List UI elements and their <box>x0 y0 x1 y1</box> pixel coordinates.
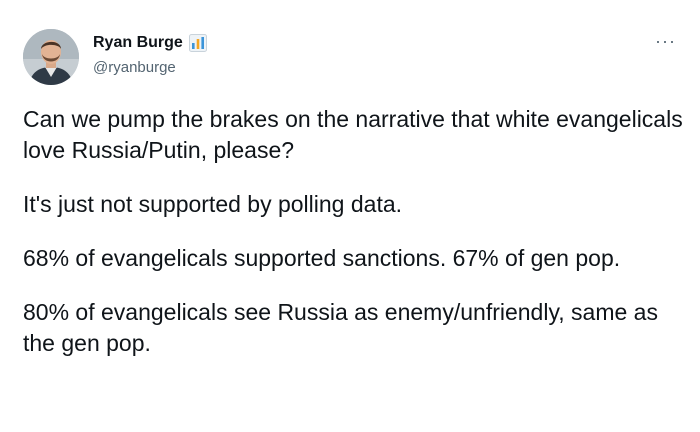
author-display-name[interactable]: Ryan Burge <box>93 33 183 53</box>
bar-chart-icon <box>188 34 207 52</box>
tweet-card: Ryan Burge @ryanburge ··· Can we pump th… <box>0 0 700 432</box>
avatar-photo <box>23 29 79 85</box>
more-horizontal-icon[interactable]: ··· <box>655 32 676 50</box>
tweet-paragraph: It's just not supported by polling data. <box>23 191 403 217</box>
tweet-text: Can we pump the brakes on the narrative … <box>23 104 683 382</box>
avatar[interactable] <box>23 29 79 85</box>
author-handle[interactable]: @ryanburge <box>93 58 176 78</box>
tweet-paragraph: Can we pump the brakes on the narrative … <box>23 106 683 163</box>
tweet-paragraph: 80% of evangelicals see Russia as enemy/… <box>23 299 658 356</box>
tweet-paragraph: 68% of evangelicals supported sanctions.… <box>23 245 621 271</box>
author-name-row: Ryan Burge <box>93 33 207 53</box>
